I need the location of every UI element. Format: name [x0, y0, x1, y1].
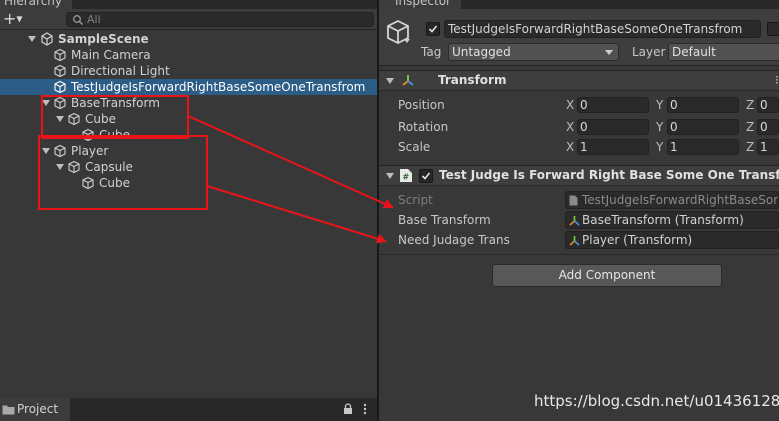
expand-arrow-icon[interactable] [42, 100, 50, 106]
rotation-y-field[interactable]: 0 [667, 119, 739, 135]
hierarchy-item-player-cube[interactable]: Cube [0, 175, 377, 191]
hierarchy-item-directional-light[interactable]: Directional Light [0, 63, 377, 79]
axis-y-label: Y [656, 140, 664, 154]
tag-dropdown[interactable]: Untagged [448, 43, 619, 61]
transform-axes-icon [402, 75, 414, 86]
add-component-button[interactable]: Add Component [492, 264, 722, 287]
inspector-tab[interactable]: Inspector [379, 0, 461, 9]
hierarchy-tabbar: Hierarchy [0, 0, 377, 9]
hierarchy-item-capsule[interactable]: Capsule [0, 159, 377, 175]
hierarchy-item-cube[interactable]: Cube [0, 111, 377, 127]
fold-arrow-icon[interactable] [386, 78, 394, 84]
object-name-field[interactable]: TestJudgeIsForwardRightBaseSomeOneTransf… [444, 20, 761, 38]
rotation-x-field[interactable]: 0 [577, 119, 649, 135]
component-enabled-checkbox[interactable] [419, 169, 433, 183]
gameobject-cube-icon [54, 144, 66, 158]
csharp-script-icon: # [400, 169, 412, 182]
inspector-header: TestJudgeIsForwardRightBaseSomeOneTransf… [379, 9, 779, 66]
script-field: TestJudgeIsForwardRightBaseSomeO [565, 191, 779, 209]
position-x-field[interactable]: 0 [577, 97, 649, 113]
script-file-icon [569, 195, 578, 206]
active-checkbox[interactable] [426, 22, 440, 36]
transform-title: Transform [438, 73, 507, 87]
component-divider [379, 254, 779, 255]
gameobject-cube-icon [68, 160, 80, 174]
project-tab[interactable]: Project [0, 398, 70, 421]
component-menu-icon[interactable]: ⁝ [775, 73, 779, 87]
scale-x-field[interactable]: 1 [577, 139, 649, 155]
axis-x-label: X [566, 140, 575, 154]
scene-name: SampleScene [58, 32, 149, 46]
hierarchy-item-player[interactable]: Player [0, 143, 377, 159]
hierarchy-item-main-camera[interactable]: Main Camera [0, 47, 377, 63]
folder-icon [2, 405, 15, 415]
axis-z-label: Z [746, 98, 755, 112]
checkmark-icon [421, 172, 431, 180]
scale-z-field[interactable]: 1 [757, 139, 779, 155]
fold-arrow-icon[interactable] [386, 173, 394, 179]
transform-component-header[interactable]: Transform ⁝ [379, 70, 779, 91]
axis-y-label: Y [656, 120, 664, 134]
hierarchy-item-basetransform[interactable]: BaseTransform [0, 95, 377, 111]
hierarchy-toolbar: +▼ All [0, 9, 377, 30]
position-y-field[interactable]: 0 [667, 97, 739, 113]
icon-dropdown-caret-icon[interactable] [404, 39, 410, 43]
expand-arrow-icon[interactable] [28, 36, 36, 42]
transform-axes-icon [569, 216, 580, 226]
hierarchy-tab[interactable]: Hierarchy [0, 0, 73, 9]
plus-icon: + [3, 9, 17, 28]
tag-label: Tag [421, 45, 442, 59]
search-icon [73, 15, 84, 26]
gameobject-cube-icon [54, 80, 66, 94]
base-transform-label: Base Transform [398, 213, 491, 227]
scene-row[interactable]: SampleScene [0, 31, 377, 47]
svg-text:#: # [403, 173, 410, 182]
inspector-tabbar: Inspector [379, 0, 779, 9]
expand-arrow-icon[interactable] [56, 116, 64, 122]
scale-y-field[interactable]: 1 [667, 139, 739, 155]
rotation-z-field[interactable]: 0 [757, 119, 779, 135]
info-icon [385, 0, 395, 5]
need-judage-trans-label: Need Judage Trans [398, 233, 510, 247]
expand-arrow-icon[interactable] [56, 164, 64, 170]
chevron-down-icon: ▼ [16, 14, 23, 24]
chevron-down-icon [605, 50, 613, 55]
checkmark-icon [428, 25, 438, 33]
script-component-header[interactable]: # Test Judge Is Forward Right Base Some … [379, 165, 779, 186]
lock-icon[interactable] [343, 403, 353, 415]
gameobject-cube-icon [54, 64, 66, 78]
gameobject-cube-icon [68, 112, 80, 126]
script-component-title: Test Judge Is Forward Right Base Some On… [439, 168, 779, 182]
static-checkbox[interactable] [767, 22, 779, 36]
axis-y-label: Y [656, 98, 664, 112]
watermark-text: https://blog.csdn.net/u014361280 [534, 392, 779, 410]
kebab-menu-icon[interactable] [362, 403, 368, 415]
axis-z-label: Z [746, 140, 755, 154]
unity-scene-icon [41, 32, 53, 46]
need-judage-trans-field[interactable]: Player (Transform) [565, 231, 779, 249]
axis-z-label: Z [746, 120, 755, 134]
position-label: Position [398, 98, 445, 112]
layer-label: Layer [632, 45, 666, 59]
rotation-label: Rotation [398, 120, 449, 134]
scale-label: Scale [398, 140, 431, 154]
position-z-field[interactable]: 0 [757, 97, 779, 113]
axis-x-label: X [566, 98, 575, 112]
base-transform-field[interactable]: BaseTransform (Transform) [565, 211, 779, 229]
gameobject-cube-icon [82, 128, 94, 142]
hierarchy-search-input[interactable]: All [66, 12, 374, 27]
search-placeholder: All [87, 13, 101, 26]
hierarchy-item-test-judge[interactable]: TestJudgeIsForwardRightBaseSomeOneTransf… [0, 79, 377, 95]
layer-dropdown[interactable]: Default [668, 43, 779, 61]
axis-x-label: X [566, 120, 575, 134]
gameobject-cube-icon [54, 48, 66, 62]
hierarchy-item-cube-child[interactable]: Cube [0, 127, 377, 143]
transform-axes-icon [569, 236, 580, 246]
gameobject-cube-icon [82, 176, 94, 190]
create-menu-button[interactable]: +▼ [3, 10, 25, 28]
expand-arrow-icon[interactable] [42, 148, 50, 154]
script-label: Script [398, 193, 433, 207]
gameobject-cube-icon [54, 96, 66, 110]
